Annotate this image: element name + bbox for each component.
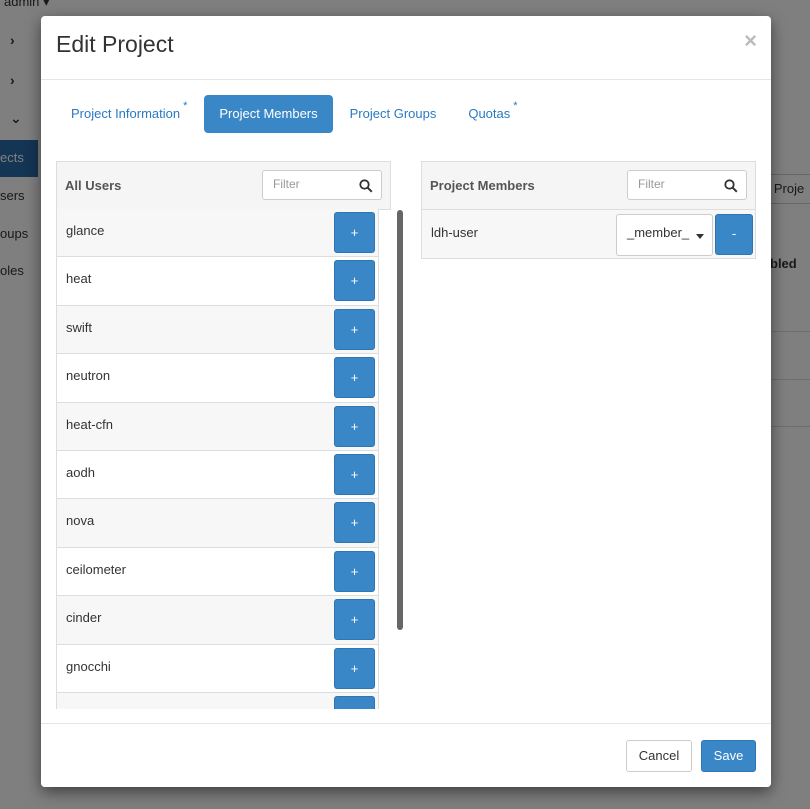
list-item: glance + bbox=[57, 209, 378, 258]
user-name: nova bbox=[66, 513, 95, 529]
add-user-button[interactable]: + bbox=[334, 502, 375, 544]
add-user-button[interactable]: + bbox=[334, 405, 375, 447]
list-item: ldh-user _member_ - bbox=[421, 209, 756, 259]
add-user-button[interactable]: + bbox=[334, 695, 375, 709]
tab-project-groups[interactable]: Project Groups bbox=[335, 95, 452, 133]
remove-member-button[interactable]: - bbox=[715, 214, 753, 255]
list-item: neutron + bbox=[57, 354, 378, 403]
add-user-button[interactable]: + bbox=[334, 260, 375, 302]
list-item: heat + bbox=[57, 257, 378, 306]
list-item: gnocchi + bbox=[57, 645, 378, 693]
all-users-list[interactable]: glance + heat + swift + neutron + heat-cfn + … bbox=[56, 209, 379, 709]
role-dropdown[interactable]: _member_ bbox=[616, 214, 713, 256]
project-members-filter-input[interactable]: Filter bbox=[627, 170, 747, 200]
project-members-panel: Project Members Filter ldh-user _member_… bbox=[421, 161, 756, 259]
list-item: + bbox=[57, 692, 378, 709]
project-members-header: Project Members Filter bbox=[421, 161, 756, 210]
close-icon[interactable]: × bbox=[744, 28, 757, 54]
list-item: aodh + bbox=[57, 451, 378, 500]
search-icon bbox=[724, 179, 738, 193]
tab-label: Quotas bbox=[468, 106, 511, 121]
tab-project-members[interactable]: Project Members bbox=[204, 95, 333, 133]
user-name: heat bbox=[66, 271, 92, 287]
filter-placeholder: Filter bbox=[273, 177, 300, 191]
cancel-button[interactable]: Cancel bbox=[626, 740, 692, 772]
user-name: cinder bbox=[66, 610, 102, 626]
list-item: ceilometer + bbox=[57, 548, 378, 597]
add-user-button[interactable]: + bbox=[334, 212, 375, 253]
user-name: swift bbox=[66, 319, 92, 335]
add-user-button[interactable]: + bbox=[334, 550, 375, 592]
caret-down-icon bbox=[696, 234, 704, 239]
all-users-panel: All Users Filter glance + heat + swift + ne… bbox=[56, 161, 391, 709]
modal-title: Edit Project bbox=[56, 31, 174, 57]
modal-header: Edit Project × bbox=[41, 16, 771, 80]
all-users-title: All Users bbox=[65, 178, 122, 193]
user-name: neutron bbox=[66, 368, 111, 384]
list-item: heat-cfn + bbox=[57, 402, 378, 451]
modal-footer: Cancel Save bbox=[41, 723, 771, 787]
user-name: gnocchi bbox=[66, 658, 111, 674]
required-marker: * bbox=[183, 100, 188, 112]
add-user-button[interactable]: + bbox=[334, 599, 375, 641]
tab-label: Project Groups bbox=[349, 106, 437, 121]
all-users-header: All Users Filter bbox=[56, 161, 391, 210]
list-item: nova + bbox=[57, 499, 378, 548]
users-list-scrollbar[interactable] bbox=[397, 210, 403, 630]
user-name: aodh bbox=[66, 464, 95, 480]
list-item: cinder + bbox=[57, 596, 378, 645]
tab-label: Project Members bbox=[219, 106, 318, 121]
tab-project-information[interactable]: Project Information * bbox=[56, 95, 202, 133]
search-icon bbox=[359, 179, 373, 193]
edit-project-modal: Edit Project × Project Information * Proj… bbox=[41, 16, 771, 787]
add-user-button[interactable]: + bbox=[334, 308, 375, 350]
tab-label: Project Information bbox=[71, 106, 181, 121]
member-name: ldh-user bbox=[431, 225, 478, 240]
tab-quotas[interactable]: Quotas * bbox=[453, 95, 532, 133]
filter-placeholder: Filter bbox=[638, 177, 665, 191]
add-user-button[interactable]: + bbox=[334, 453, 375, 495]
save-button[interactable]: Save bbox=[701, 740, 756, 772]
add-user-button[interactable]: + bbox=[334, 357, 375, 399]
required-marker: * bbox=[513, 100, 518, 112]
user-name: glance bbox=[66, 223, 105, 238]
user-name: ceilometer bbox=[66, 561, 126, 577]
role-value: _member_ bbox=[627, 225, 690, 240]
project-members-title: Project Members bbox=[430, 178, 535, 193]
list-item: swift + bbox=[57, 305, 378, 355]
user-name: heat-cfn bbox=[66, 416, 113, 432]
all-users-filter-input[interactable]: Filter bbox=[262, 170, 382, 200]
modal-tabs: Project Information * Project Members Pro… bbox=[56, 95, 535, 133]
add-user-button[interactable]: + bbox=[334, 647, 375, 689]
